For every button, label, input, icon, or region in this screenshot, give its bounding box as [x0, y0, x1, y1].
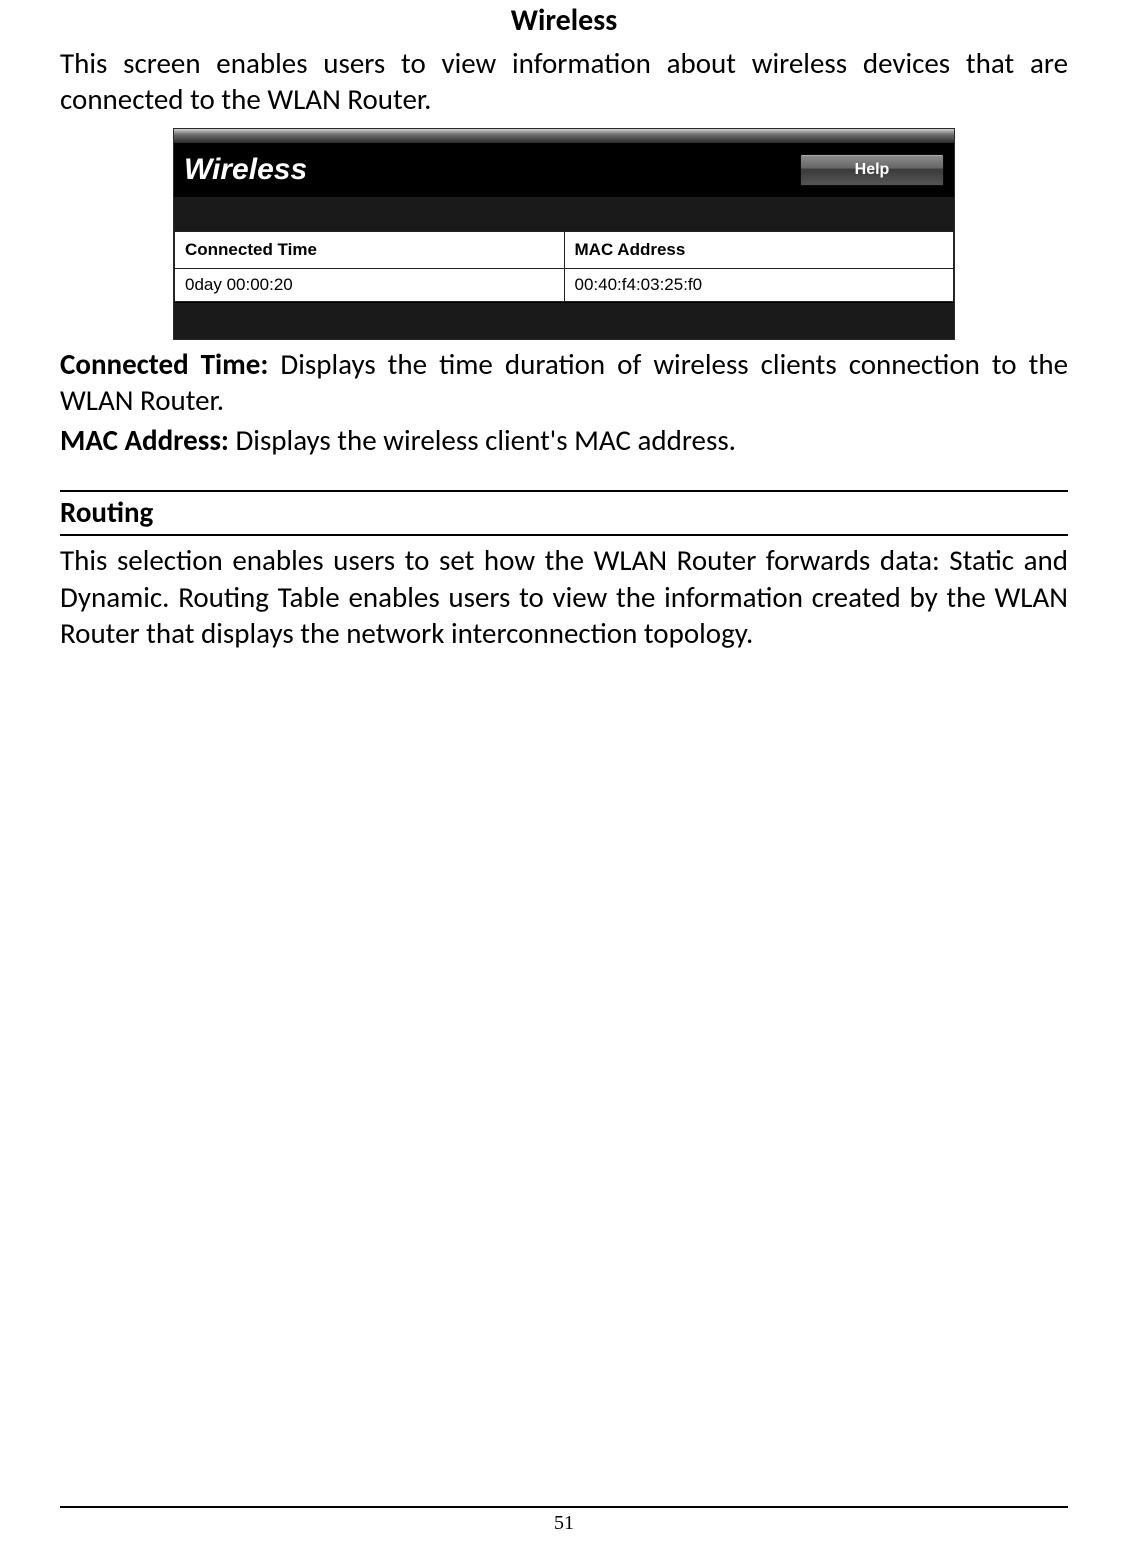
def-mac-address: MAC Address: Displays the wireless clien…	[60, 422, 1068, 458]
section-divider-bottom	[60, 534, 1068, 536]
panel-title: Wireless	[184, 153, 307, 187]
def-connected-time: Connected Time: Displays the time durati…	[60, 346, 1068, 419]
panel-topbar	[174, 129, 954, 145]
def-mac-address-text: Displays the wireless client's MAC addre…	[229, 422, 736, 458]
intro-paragraph: This screen enables users to view inform…	[60, 45, 1068, 118]
panel-bottom	[174, 302, 954, 339]
page-footer: 51	[60, 1506, 1068, 1535]
def-mac-address-label: MAC Address:	[60, 422, 229, 458]
col-mac-address: MAC Address	[564, 231, 954, 268]
table-row: 0day 00:00:20 00:40:f4:03:25:f0	[175, 268, 954, 301]
col-connected-time: Connected Time	[175, 231, 565, 268]
routing-heading: Routing	[60, 492, 1068, 534]
cell-connected-time: 0day 00:00:20	[175, 268, 565, 301]
routing-paragraph: This selection enables users to set how …	[60, 542, 1068, 651]
clients-table: Connected Time MAC Address 0day 00:00:20…	[174, 231, 954, 302]
def-connected-time-label: Connected Time:	[60, 346, 268, 382]
page-number: 51	[60, 1512, 1068, 1535]
panel-header: Wireless Help	[174, 145, 954, 197]
table-header-row: Connected Time MAC Address	[175, 231, 954, 268]
help-button[interactable]: Help	[800, 154, 944, 186]
cell-mac-address: 00:40:f4:03:25:f0	[564, 268, 954, 301]
footer-line	[60, 1506, 1068, 1508]
wireless-panel: Wireless Help Connected Time MAC Address…	[173, 128, 955, 340]
panel-gap	[174, 197, 954, 231]
page-title: Wireless	[60, 0, 1068, 39]
